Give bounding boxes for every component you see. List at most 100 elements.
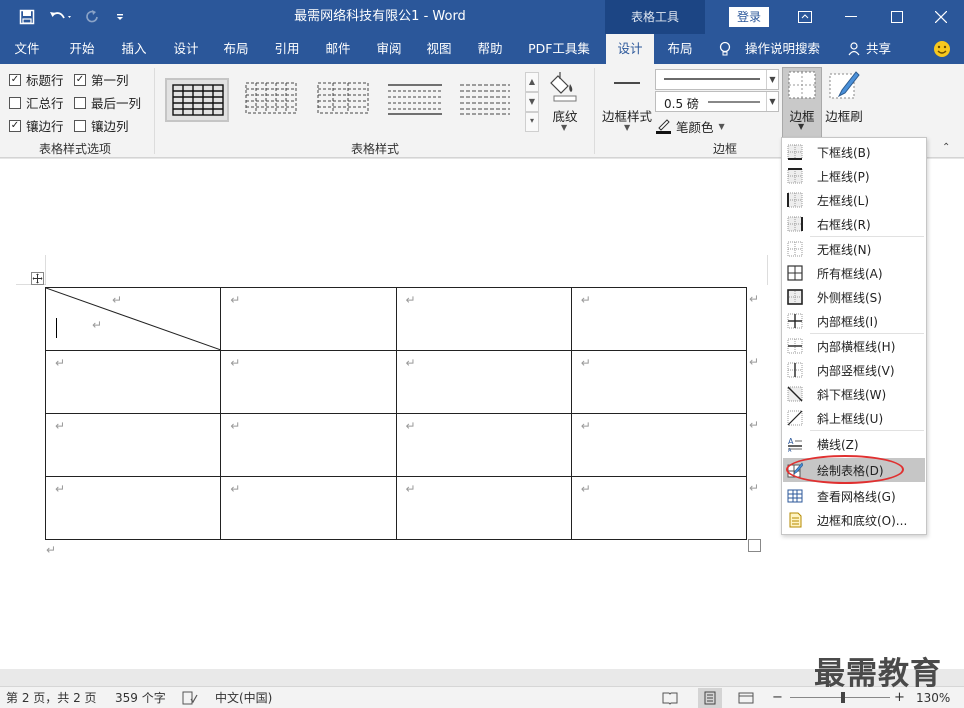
table-cell[interactable]: ↵ [220,476,397,540]
zoom-out-icon[interactable]: − [772,687,783,708]
tab-insert[interactable]: 插入 [110,34,158,64]
table-cell[interactable]: ↵ [570,350,748,414]
menu-item-inside-vertical[interactable]: 内部竖框线(V) [783,358,925,382]
share-button[interactable]: 共享 [848,34,900,64]
tab-table-layout[interactable]: 布局 [656,34,704,64]
menu-item-all-borders[interactable]: 所有框线(A) [783,261,925,285]
menu-item-diagonal-down[interactable]: 斜下框线(W) [783,382,925,406]
paragraph-mark: ↵ [46,543,57,557]
tab-review[interactable]: 审阅 [365,34,413,64]
tab-mailings[interactable]: 邮件 [314,34,362,64]
minimize-icon[interactable] [828,0,874,34]
menu-item-inside-borders[interactable]: 内部框线(I) [783,309,925,333]
zoom-slider-thumb[interactable] [841,692,845,703]
table-cell[interactable]: ↵ [220,287,397,351]
table-move-handle[interactable] [31,272,44,285]
first-column-checkbox[interactable]: ✓ 第一列 [74,70,129,89]
table-style-grid[interactable] [165,78,229,122]
tell-me-search[interactable]: 操作说明搜索 [718,34,828,64]
menu-item-inside-horizontal[interactable]: 内部横框线(H) [783,334,925,358]
menu-item-view-gridlines[interactable]: 查看网格线(G) [783,484,925,508]
pen-color-label: 笔颜色 [676,119,714,135]
total-row-checkbox[interactable]: 汇总行 [9,93,64,112]
customize-qat-icon[interactable] [110,0,130,34]
checkbox-box [9,96,21,109]
menu-item-right-border[interactable]: 右框线(R) [783,212,925,236]
line-style-dropdown[interactable]: ▼ [655,69,779,90]
gallery-scroll-up[interactable]: ▲ [525,72,539,92]
close-icon[interactable] [918,0,964,34]
language-indicator[interactable]: 中文(中国) [215,687,272,708]
table-cell[interactable]: ↵ [44,413,222,477]
save-icon[interactable] [14,0,40,34]
tab-layout[interactable]: 布局 [212,34,260,64]
table-cell[interactable]: ↵ [44,476,222,540]
banded-columns-checkbox[interactable]: 镶边列 [74,116,129,135]
tab-pdf-tools[interactable]: PDF工具集 [520,34,598,64]
table-style-light-grid[interactable] [312,78,376,122]
borders-dropdown-button[interactable]: 边框 ▼ [782,67,822,138]
menu-item-diagonal-up[interactable]: 斜上框线(U) [783,406,925,430]
shading-button[interactable]: 底纹 ▼ [547,68,583,136]
menu-item-outside-borders[interactable]: 外侧框线(S) [783,285,925,309]
table-cell[interactable]: ↵ [395,350,572,414]
undo-icon[interactable] [44,0,78,34]
tab-file[interactable]: 文件 [4,34,50,64]
login-button[interactable]: 登录 [729,7,769,27]
redo-icon[interactable] [80,0,104,34]
header-row-checkbox[interactable]: ✓ 标题行 [9,70,64,89]
table-cell[interactable]: ↵ [395,413,572,477]
tab-help[interactable]: 帮助 [466,34,514,64]
read-mode-icon[interactable] [662,687,678,708]
line-weight-dropdown[interactable]: 0.5 磅 ▼ [655,91,779,112]
word-count[interactable]: 359 个字 [115,687,166,708]
last-column-checkbox[interactable]: 最后一列 [74,93,141,112]
border-styles-button[interactable]: 边框样式 ▼ [602,68,652,136]
table-style-lines[interactable] [384,78,448,122]
menu-item-horizontal-line[interactable]: AA 横线(Z) [783,432,925,456]
menu-item-left-border[interactable]: 左框线(L) [783,188,925,212]
zoom-slider-track[interactable] [790,697,890,698]
paragraph-mark: ↵ [230,356,241,370]
table-cell-diagonal[interactable]: ↵ ↵ [44,287,222,351]
table-cell[interactable]: ↵ [395,476,572,540]
page-count[interactable]: 第 2 页，共 2 页 [6,687,97,708]
table-cell[interactable]: ↵ [570,287,748,351]
highlight-annotation-oval [786,455,904,484]
border-inside-horizontal-icon [787,338,803,354]
document-table[interactable]: ↵ ↵ ↵ ↵ ↵ ↵ ↵ ↵ ↵ ↵ ↵ ↵ ↵ ↵ ↵ ↵ ↵ [44,287,748,540]
tab-design[interactable]: 设计 [162,34,210,64]
tab-home[interactable]: 开始 [58,34,106,64]
table-row: ↵ ↵ ↵ ↵ [44,476,748,540]
menu-item-top-border[interactable]: 上框线(P) [783,164,925,188]
menu-item-label: 横线(Z) [817,437,859,452]
banded-rows-checkbox[interactable]: ✓ 镶边行 [9,116,64,135]
maximize-icon[interactable] [874,0,920,34]
tab-references[interactable]: 引用 [263,34,311,64]
tab-view[interactable]: 视图 [415,34,463,64]
table-cell[interactable]: ↵ [570,413,748,477]
smiley-icon[interactable] [930,34,954,64]
table-cell[interactable]: ↵ [220,413,397,477]
print-layout-icon[interactable] [698,688,722,708]
gallery-more[interactable]: ▾ [525,112,539,132]
table-style-dashed-grid[interactable] [240,78,304,122]
menu-item-borders-and-shading[interactable]: 边框和底纹(O)... [783,508,925,532]
table-cell[interactable]: ↵ [220,350,397,414]
proofing-icon[interactable] [182,687,198,708]
border-painter-button[interactable]: 边框刷 [824,68,864,136]
collapse-ribbon-icon[interactable]: ⌃ [942,142,950,153]
menu-item-bottom-border[interactable]: 下框线(B) [783,140,925,164]
gallery-scroll-down[interactable]: ▼ [525,92,539,112]
tab-table-design[interactable]: 设计 [606,34,654,64]
table-cell[interactable]: ↵ [44,350,222,414]
pen-color-button[interactable]: 笔颜色 ▼ [655,116,725,136]
table-style-plain[interactable] [454,78,518,122]
table-cell[interactable]: ↵ [570,476,748,540]
table-cell[interactable]: ↵ [395,287,572,351]
table-resize-handle[interactable] [748,539,761,552]
ribbon-display-options-icon[interactable] [782,0,828,34]
menu-item-no-border[interactable]: 无框线(N) [783,237,925,261]
paragraph-mark: ↵ [405,356,416,370]
web-layout-icon[interactable] [738,687,754,708]
